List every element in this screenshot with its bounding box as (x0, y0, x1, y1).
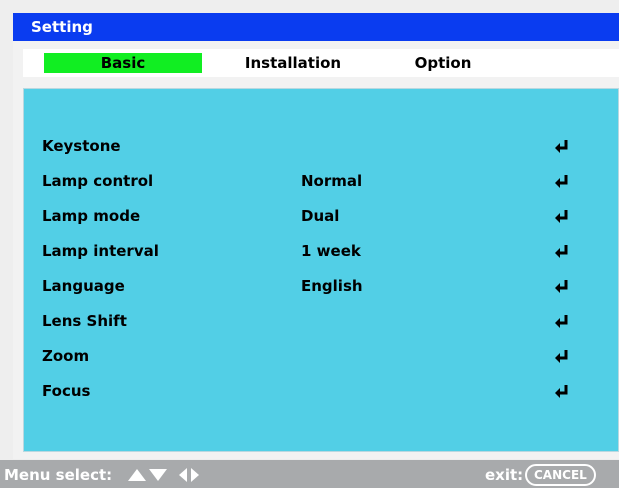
enter-return-icon (555, 140, 568, 153)
enter-return-icon (555, 280, 568, 293)
menu-item-label: Lamp interval (42, 242, 159, 260)
enter-return-icon (555, 385, 568, 398)
arrow-keys-icon (128, 468, 199, 482)
menu-item-value: Normal (301, 172, 363, 190)
menu-item-zoom[interactable]: Zoom (24, 341, 619, 371)
menu-item-lamp-interval[interactable]: Lamp interval 1 week (24, 236, 619, 266)
menu-item-value: Dual (301, 207, 340, 225)
menu-item-label: Lamp mode (42, 207, 141, 225)
menu-item-label: Keystone (42, 137, 121, 155)
menu-item-value: English (301, 277, 363, 295)
menu-item-label: Lens Shift (42, 312, 127, 330)
cancel-key-badge: CANCEL (525, 464, 596, 486)
menu-item-label: Zoom (42, 347, 90, 365)
tab-option[interactable]: Option (403, 53, 483, 73)
menu-item-language[interactable]: Language English (24, 271, 619, 301)
menu-item-value: 1 week (301, 242, 361, 260)
exit-hint: exit: (485, 466, 524, 484)
tab-basic[interactable]: Basic (44, 53, 202, 73)
menu-select-hint: Menu select: (4, 466, 113, 484)
menu-item-lamp-control[interactable]: Lamp control Normal (24, 166, 619, 196)
menu-item-keystone[interactable]: Keystone (24, 131, 619, 161)
menu-list: Keystone Lamp control Normal Lamp mode D… (23, 88, 619, 452)
menu-item-focus[interactable]: Focus (24, 376, 619, 406)
tab-installation[interactable]: Installation (238, 53, 348, 73)
menu-item-lens-shift[interactable]: Lens Shift (24, 306, 619, 336)
tab-bar: Basic Installation Option (23, 49, 619, 77)
menu-item-label: Language (42, 277, 125, 295)
status-bar: Menu select: exit: CANCEL (0, 460, 619, 488)
enter-return-icon (555, 350, 568, 363)
menu-item-label: Lamp control (42, 172, 154, 190)
enter-return-icon (555, 245, 568, 258)
settings-panel: Basic Installation Option Keystone Lamp … (13, 41, 619, 459)
enter-return-icon (555, 210, 568, 223)
menu-item-lamp-mode[interactable]: Lamp mode Dual (24, 201, 619, 231)
menu-item-label: Focus (42, 382, 91, 400)
enter-return-icon (555, 315, 568, 328)
osd-window: Setting Basic Installation Option Keysto… (0, 0, 619, 488)
window-title: Setting (13, 13, 619, 41)
enter-return-icon (555, 175, 568, 188)
